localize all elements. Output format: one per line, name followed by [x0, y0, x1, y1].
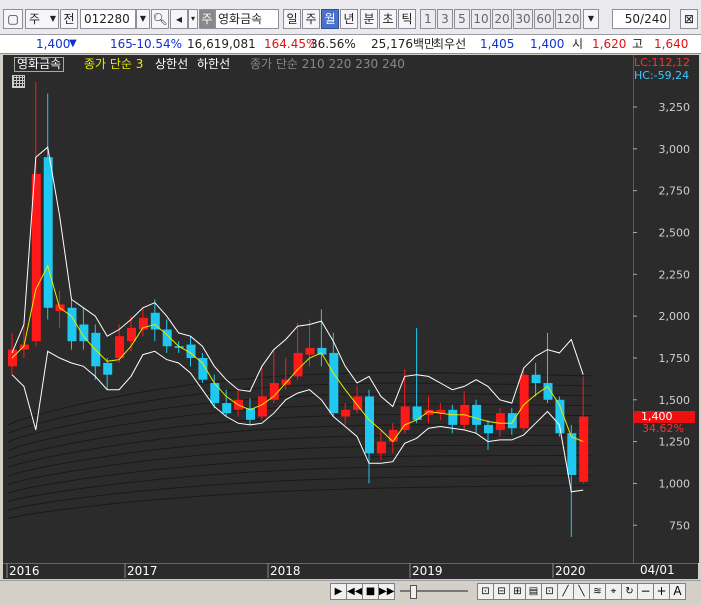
scroll-stop-button[interactable]: ■ [362, 583, 379, 600]
text-tool-button[interactable]: A [669, 583, 686, 600]
legend-ribbon-ma[interactable]: 종가 단순 210 220 230 240 [250, 57, 405, 72]
view-mode-4-button[interactable]: ▤ [525, 583, 542, 600]
candle-body [341, 409, 351, 417]
price-tick-label: 1,000 [659, 477, 691, 490]
trend-icon: ╲ [578, 586, 585, 597]
candle-body [400, 406, 410, 430]
candle-body [448, 409, 458, 425]
chart-mode-icon: ⊟ [497, 586, 506, 597]
chart-mode-icon: ⊡ [481, 586, 490, 597]
right-date-label: 04/01 [640, 563, 675, 577]
drawing-tool-3-button[interactable]: ≋ [589, 583, 606, 600]
legend-upper-band[interactable]: 상한선 [155, 57, 188, 72]
ribbon-ma-line [7, 454, 592, 494]
candle-body [365, 396, 374, 454]
year-tick-label: 2019 [412, 564, 443, 578]
minus-icon: − [640, 584, 651, 598]
view-mode-1-button[interactable]: ⊡ [477, 583, 494, 600]
price-chart[interactable]: 3,250 3,000 2,750 2,500 2,250 2,000 1,750 1,500… [0, 0, 701, 605]
scroll-forward-button[interactable]: ▶▶ [378, 583, 395, 600]
lc-label: LC:112,12 [634, 56, 691, 69]
candle-body [115, 336, 125, 358]
year-tick-label: 2017 [127, 564, 158, 578]
drawing-tool-1-button[interactable]: ╱ [557, 583, 574, 600]
price-tick-label: 2,750 [659, 185, 691, 198]
candle-body [67, 307, 77, 342]
candle-body [472, 404, 482, 425]
price-tick-label: 1,750 [659, 352, 691, 365]
plus-icon: + [656, 584, 667, 598]
candle-body [484, 424, 493, 434]
candle-body [495, 413, 505, 430]
chart-scrollbar[interactable]: ▶ ◀◀ ■ ▶▶ ⊡ ⊟ ⊞ ▤ ⊡ ╱ ╲ ≋ ⌖ ↻ − + A [0, 580, 701, 602]
scroll-rewind-button[interactable]: ◀◀ [346, 583, 363, 600]
price-tick-label: 3,000 [659, 143, 691, 156]
price-tick-label: 2,500 [659, 226, 691, 239]
rewind-icon: ◀◀ [347, 586, 363, 597]
candle-body [567, 433, 577, 476]
candle-body [103, 362, 113, 375]
candle-body [353, 396, 363, 410]
candle-body [579, 416, 589, 482]
price-tick-label: 750 [669, 519, 690, 532]
price-tick-label: 1,500 [659, 394, 691, 407]
candle-body [376, 441, 386, 454]
legend-close-ma[interactable]: 종가 단순 3 [84, 57, 143, 72]
year-tick-label: 2020 [555, 564, 586, 578]
chart-mode-icon: ▤ [528, 586, 539, 597]
price-tick-label: 2,000 [659, 310, 691, 323]
candle-body [531, 374, 541, 384]
hc-label: HC:-59,24 [634, 69, 690, 82]
candle-body [507, 413, 517, 429]
chart-mode-icon: ⊞ [513, 586, 522, 597]
chart-mode-icon: ⊡ [545, 586, 554, 597]
fast-forward-icon: ▶▶ [379, 586, 395, 597]
year-tick-label: 2016 [9, 564, 40, 578]
zoom-slider-thumb[interactable] [410, 585, 417, 599]
view-mode-3-button[interactable]: ⊞ [509, 583, 526, 600]
trend-icon: ⌖ [610, 586, 617, 597]
price-tick-label: 2,250 [659, 268, 691, 281]
ribbon-ma-line [7, 474, 592, 511]
drawing-tool-2-button[interactable]: ╲ [573, 583, 590, 600]
grid-toggle-icon[interactable] [12, 75, 25, 88]
candle-body [269, 383, 279, 400]
drawing-tool-4-button[interactable]: ⌖ [605, 583, 622, 600]
trend-icon: ╱ [562, 586, 569, 597]
candle-body [305, 347, 315, 355]
zoom-in-button[interactable]: + [653, 583, 670, 600]
stop-icon: ■ [365, 586, 376, 597]
ribbon-ma-line [7, 424, 592, 468]
candle-body [43, 157, 53, 308]
text-icon: A [673, 584, 682, 598]
zoom-out-button[interactable]: − [637, 583, 654, 600]
current-pct-label: 34.62% [642, 422, 684, 435]
legend-lower-band[interactable]: 하한선 [197, 57, 230, 72]
candle-body [257, 396, 267, 417]
candle-body [79, 324, 89, 342]
refresh-icon: ↻ [625, 586, 634, 597]
ribbon-ma-line [7, 444, 592, 485]
zoom-slider[interactable] [400, 585, 468, 599]
view-mode-5-button[interactable]: ⊡ [541, 583, 558, 600]
candle-body [127, 327, 136, 342]
trend-icon: ≋ [593, 586, 602, 597]
candle-body [329, 352, 339, 414]
year-tick-label: 2018 [270, 564, 301, 578]
candle-body [222, 403, 232, 414]
view-mode-2-button[interactable]: ⊟ [493, 583, 510, 600]
legend-stock-name[interactable]: 영화금속 [14, 57, 65, 72]
price-tick-label: 1,250 [659, 436, 691, 449]
candle-body [210, 383, 220, 404]
scroll-right-button[interactable]: ▶ [330, 583, 347, 600]
price-tick-label: 3,250 [659, 101, 691, 114]
play-icon: ▶ [334, 586, 343, 597]
reset-view-button[interactable]: ↻ [621, 583, 638, 600]
ribbon-ma-line [7, 484, 592, 520]
